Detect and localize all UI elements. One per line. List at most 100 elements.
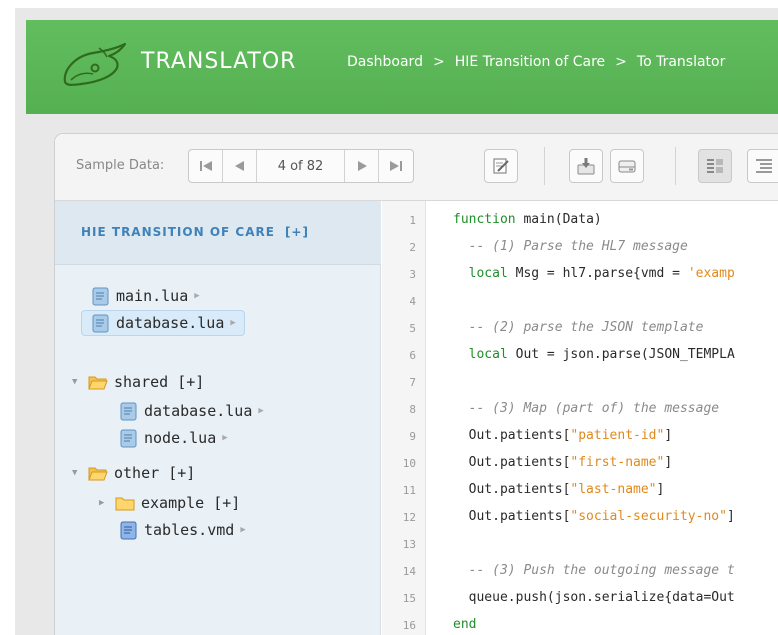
file-node-lua[interactable]: node.lua ▶: [120, 425, 228, 451]
file-name: database.lua: [116, 314, 225, 332]
code-token: -- (3) Map (part of) the message: [453, 401, 720, 416]
previous-sample-button[interactable]: [223, 150, 257, 182]
lua-file-icon: [120, 402, 137, 420]
line-number: 13: [402, 538, 416, 551]
folder-add-button[interactable]: [+]: [213, 494, 240, 512]
line-number: 3: [409, 268, 416, 281]
last-sample-button[interactable]: [379, 150, 413, 182]
code-line: Out.patients["first-name"]: [453, 455, 673, 470]
expand-arrow-icon[interactable]: ▶: [258, 406, 263, 416]
drive-icon: [618, 160, 636, 173]
annotate-button[interactable]: [698, 149, 732, 183]
code-token: Out.patients[: [453, 428, 571, 443]
expand-arrow-icon[interactable]: ▶: [99, 498, 115, 508]
folder-other[interactable]: ▼ other [+]: [72, 460, 195, 486]
line-number: 2: [409, 241, 416, 254]
file-shared-database-lua[interactable]: database.lua ▶: [120, 398, 264, 424]
code-token: queue.push(json.serialize{data=Out: [453, 590, 735, 605]
folder-example[interactable]: ▶ example [+]: [99, 490, 240, 516]
breadcrumb-current[interactable]: To Translator: [637, 54, 725, 70]
folder-add-button[interactable]: [+]: [168, 464, 195, 482]
breadcrumb-separator: >: [615, 54, 627, 70]
toolbar-divider: [544, 147, 545, 185]
code-line: -- (3) Push the outgoing message t: [453, 563, 735, 578]
edit-sample-button[interactable]: [484, 149, 518, 183]
lua-file-icon: [120, 429, 137, 447]
first-icon: [199, 161, 212, 171]
file-name: tables.vmd: [144, 521, 235, 539]
code-token: "social-security-no": [570, 509, 727, 524]
file-database-lua-selected[interactable]: database.lua ▶: [81, 310, 245, 336]
project-header: HIE TRANSITION OF CARE [+]: [55, 201, 381, 265]
import-icon: [577, 158, 595, 175]
collapse-arrow-icon[interactable]: ▼: [72, 377, 88, 387]
next-sample-button[interactable]: [345, 150, 379, 182]
project-name[interactable]: HIE TRANSITION OF CARE: [81, 225, 275, 239]
breadcrumb-separator: >: [432, 54, 445, 70]
expand-arrow-icon[interactable]: ▶: [240, 525, 245, 535]
code-token: Out.patients[: [453, 509, 571, 524]
code-token: Out = json.parse(JSON_TEMPLA: [507, 347, 735, 362]
edit-icon: [493, 158, 509, 174]
file-name: main.lua: [116, 287, 189, 305]
expand-arrow-icon[interactable]: ▶: [194, 291, 199, 301]
app-title: TRANSLATOR: [141, 49, 297, 74]
file-name: node.lua: [144, 429, 217, 447]
code-line: -- (3) Map (part of) the message: [453, 401, 719, 416]
app-header: TRANSLATOR Dashboard > HIE Transition of…: [26, 20, 778, 114]
breadcrumb-project[interactable]: HIE Transition of Care: [455, 54, 605, 70]
code-token: Out.patients[: [453, 455, 571, 470]
line-number: 14: [402, 565, 416, 578]
annotate-icon: [707, 159, 723, 173]
first-sample-button[interactable]: [189, 150, 223, 182]
line-number: 8: [409, 403, 416, 416]
vmd-file-icon: [120, 521, 137, 539]
expand-arrow-icon[interactable]: ▶: [230, 318, 235, 328]
line-gutter: 1 2 3 4 5 6 7 8 9 10 11 12 13 14 15 16: [382, 201, 426, 635]
breadcrumb-dashboard[interactable]: Dashboard: [347, 54, 423, 70]
line-number: 10: [402, 457, 416, 470]
code-line: Out.patients["social-security-no"]: [453, 509, 735, 524]
line-number: 15: [402, 592, 416, 605]
file-tables-vmd[interactable]: tables.vmd ▶: [120, 517, 246, 543]
code-token: local: [453, 347, 508, 362]
file-name: database.lua: [144, 402, 253, 420]
outline-icon: [756, 159, 772, 173]
drive-button[interactable]: [610, 149, 644, 183]
line-number: 6: [409, 349, 416, 362]
code-token: -- (2) parse the JSON template: [453, 320, 704, 335]
line-number: 9: [409, 430, 416, 443]
folder-name: example: [141, 494, 205, 512]
lua-file-icon: [92, 287, 109, 305]
previous-icon: [234, 161, 244, 171]
folder-add-button[interactable]: [+]: [177, 373, 204, 391]
code-token: -- (3) Push the outgoing message t: [453, 563, 735, 578]
code-token: ]: [664, 455, 673, 470]
sample-navigator: 4 of 82: [188, 149, 414, 183]
code-token: Out.patients[: [453, 482, 571, 497]
file-main-lua[interactable]: main.lua ▶: [92, 283, 200, 309]
code-token: -- (1) Parse the HL7 message: [453, 239, 688, 254]
lua-file-icon: [92, 314, 109, 332]
project-sidebar: HIE TRANSITION OF CARE [+] main.lua ▶ dat…: [55, 201, 381, 635]
line-number: 12: [402, 511, 416, 524]
folder-icon: [115, 497, 135, 511]
outline-button[interactable]: [747, 149, 778, 183]
last-icon: [390, 161, 402, 171]
line-number: 16: [402, 619, 416, 632]
toolbar: Sample Data: 4 of 82: [55, 134, 778, 201]
code-line: local Out = json.parse(JSON_TEMPLA: [453, 347, 735, 362]
chameleon-logo-icon: [63, 42, 127, 86]
folder-shared[interactable]: ▼ shared [+]: [72, 369, 204, 395]
editor-panel: Sample Data: 4 of 82 HIE TRANSITION OF C…: [54, 133, 778, 635]
expand-arrow-icon[interactable]: ▶: [222, 433, 227, 443]
collapse-arrow-icon[interactable]: ▼: [72, 468, 88, 478]
app-frame: TRANSLATOR Dashboard > HIE Transition of…: [15, 8, 778, 635]
import-button[interactable]: [569, 149, 603, 183]
code-line: end: [453, 617, 476, 632]
code-token: main(Data): [515, 212, 602, 227]
toolbar-divider: [675, 147, 676, 185]
code-token: end: [453, 617, 477, 632]
code-editor[interactable]: 1 2 3 4 5 6 7 8 9 10 11 12 13 14 15 16 function main(Da…: [382, 201, 778, 635]
project-add-button[interactable]: [+]: [285, 225, 309, 239]
